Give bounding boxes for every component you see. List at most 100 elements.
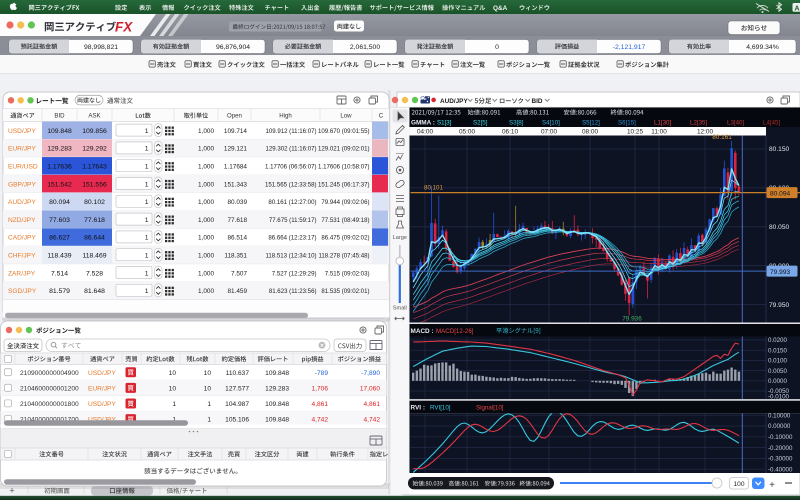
- svg-text:109.856: 109.856: [82, 128, 107, 135]
- svg-text:CHF/JPY: CHF/JPY: [8, 253, 36, 260]
- svg-text:109.714: 109.714: [224, 128, 248, 135]
- svg-text:ZAR/JPY: ZAR/JPY: [8, 270, 36, 277]
- svg-text:129.302 (11:16:07): 129.302 (11:16:07): [265, 146, 316, 153]
- svg-text:CAD/JPY: CAD/JPY: [8, 235, 36, 242]
- svg-text:1.17684: 1.17684: [224, 164, 248, 171]
- svg-text:0.0200: 0.0200: [768, 337, 787, 344]
- svg-text:0.10000: 0.10000: [768, 412, 791, 419]
- svg-text:77.531 (08:49:18): 77.531 (08:49:18): [321, 217, 369, 224]
- svg-text:80.094: 80.094: [49, 199, 70, 206]
- svg-text:10: 10: [204, 370, 212, 377]
- svg-text:S1[3]: S1[3]: [437, 119, 452, 126]
- svg-text:High: High: [279, 113, 292, 120]
- svg-text:0.00000: 0.00000: [768, 423, 791, 430]
- svg-text:7.514: 7.514: [51, 270, 68, 277]
- svg-text:+: +: [769, 480, 775, 491]
- svg-text:86.627: 86.627: [49, 235, 70, 242]
- svg-text:77.618: 77.618: [227, 217, 247, 224]
- svg-text:77.618: 77.618: [84, 217, 105, 224]
- svg-text:1: 1: [145, 235, 149, 242]
- svg-text:4,742: 4,742: [363, 417, 380, 424]
- svg-text:1: 1: [145, 146, 149, 153]
- svg-text:96,876,904: 96,876,904: [216, 44, 250, 51]
- svg-text:Large: Large: [393, 235, 407, 241]
- svg-text:10: 10: [204, 385, 212, 392]
- svg-text:05:00: 05:00: [459, 128, 475, 135]
- svg-text:7.528: 7.528: [86, 270, 103, 277]
- svg-text:RVI[10]: RVI[10]: [430, 405, 451, 412]
- svg-text:81.535 (09:02:01): 81.535 (09:02:01): [321, 288, 369, 295]
- svg-text:1,000: 1,000: [198, 181, 214, 188]
- svg-text:79.993: 79.993: [770, 269, 791, 276]
- svg-text:4,699.34%: 4,699.34%: [746, 44, 779, 51]
- svg-text:86.475 (09:02:02): 86.475 (09:02:02): [321, 235, 369, 242]
- svg-text:1,000: 1,000: [198, 270, 214, 277]
- svg-text:80.161: 80.161: [712, 134, 732, 141]
- svg-text:118.278 (07:45:48): 118.278 (07:45:48): [318, 253, 369, 260]
- svg-text:USD/JPY: USD/JPY: [88, 370, 116, 377]
- svg-text:S6[15]: S6[15]: [618, 119, 636, 126]
- svg-text:1.17636: 1.17636: [47, 164, 72, 171]
- svg-text:109.670 (09:01:55): 109.670 (09:01:55): [318, 128, 370, 135]
- svg-text:1,706: 1,706: [311, 385, 328, 392]
- svg-text:80.101: 80.101: [424, 184, 443, 191]
- svg-text:118.513 (12:34:10): 118.513 (12:34:10): [265, 253, 316, 260]
- svg-text:118.439: 118.439: [47, 253, 71, 260]
- svg-text:FX: FX: [115, 19, 133, 34]
- svg-text:79.944 (09:02:06): 79.944 (09:02:06): [321, 199, 369, 206]
- svg-text:151.542: 151.542: [47, 181, 72, 188]
- svg-text:1,000: 1,000: [198, 164, 214, 171]
- svg-text:118.469: 118.469: [82, 253, 106, 260]
- svg-text:0.0150: 0.0150: [768, 347, 787, 354]
- svg-text:1: 1: [145, 217, 149, 224]
- svg-text:1: 1: [145, 270, 149, 277]
- svg-text:1,000: 1,000: [198, 217, 214, 224]
- svg-text:1.17706 (06:56:07): 1.17706 (06:56:07): [265, 164, 317, 171]
- svg-text:79.936: 79.936: [622, 315, 642, 322]
- svg-text:ASK: ASK: [88, 113, 100, 120]
- svg-text:12:00: 12:00: [697, 128, 713, 135]
- svg-text:Q&A: Q&A: [493, 5, 508, 12]
- svg-text:AUD/JPY: AUD/JPY: [440, 98, 468, 105]
- svg-text:0: 0: [495, 44, 499, 51]
- svg-text:7.515 (09:02:03): 7.515 (09:02:03): [325, 270, 370, 277]
- svg-text:GMMA :: GMMA :: [411, 119, 435, 126]
- svg-text:129.283: 129.283: [47, 146, 72, 153]
- svg-text:-7,890: -7,890: [361, 370, 380, 377]
- svg-text:80.050: 80.050: [769, 224, 790, 231]
- svg-text:USD/JPY: USD/JPY: [88, 401, 116, 408]
- svg-text:1: 1: [145, 128, 149, 135]
- svg-text:S4[10]: S4[10]: [542, 119, 560, 126]
- svg-text:110.637: 110.637: [226, 370, 250, 377]
- svg-text:151.245 (06:17:37): 151.245 (06:17:37): [318, 181, 370, 188]
- svg-text:0.0000: 0.0000: [768, 378, 787, 385]
- svg-text:1: 1: [145, 288, 149, 295]
- svg-text:80.161 (12:27:00): 80.161 (12:27:00): [268, 199, 316, 206]
- svg-text:11:00: 11:00: [651, 128, 667, 135]
- svg-text:81.459: 81.459: [227, 288, 247, 295]
- svg-text:1.17606 (10:58:07): 1.17606 (10:58:07): [318, 164, 370, 171]
- svg-text:80.094: 80.094: [770, 190, 791, 197]
- svg-text:7.507: 7.507: [231, 270, 247, 277]
- svg-text:Signal[10]: Signal[10]: [476, 405, 504, 412]
- svg-text:1.17643: 1.17643: [82, 164, 107, 171]
- svg-text:4,742: 4,742: [311, 417, 328, 424]
- svg-text:80.150: 80.150: [769, 146, 790, 153]
- svg-text:1: 1: [172, 401, 176, 408]
- svg-text:-0.10000: -0.10000: [768, 434, 793, 441]
- svg-text:L3[40]: L3[40]: [727, 119, 744, 126]
- svg-text:1,000: 1,000: [198, 128, 214, 135]
- svg-text:2104600000001200: 2104600000001200: [20, 385, 79, 392]
- svg-text:2104000000001800: 2104000000001800: [20, 401, 79, 408]
- svg-text:1: 1: [145, 164, 149, 171]
- svg-text:86.664 (12:23:17): 86.664 (12:23:17): [268, 235, 316, 242]
- svg-text:SGD/JPY: SGD/JPY: [8, 288, 37, 295]
- svg-text:GBP/JPY: GBP/JPY: [8, 181, 36, 188]
- svg-text:-0.30000: -0.30000: [768, 456, 793, 463]
- svg-text:L1[30]: L1[30]: [654, 119, 671, 126]
- svg-text:1,000: 1,000: [198, 253, 214, 260]
- svg-text:10: 10: [169, 370, 177, 377]
- svg-text:06:10: 06:10: [502, 128, 518, 135]
- svg-text:NZD/JPY: NZD/JPY: [8, 217, 36, 224]
- svg-text:109.848: 109.848: [265, 401, 289, 408]
